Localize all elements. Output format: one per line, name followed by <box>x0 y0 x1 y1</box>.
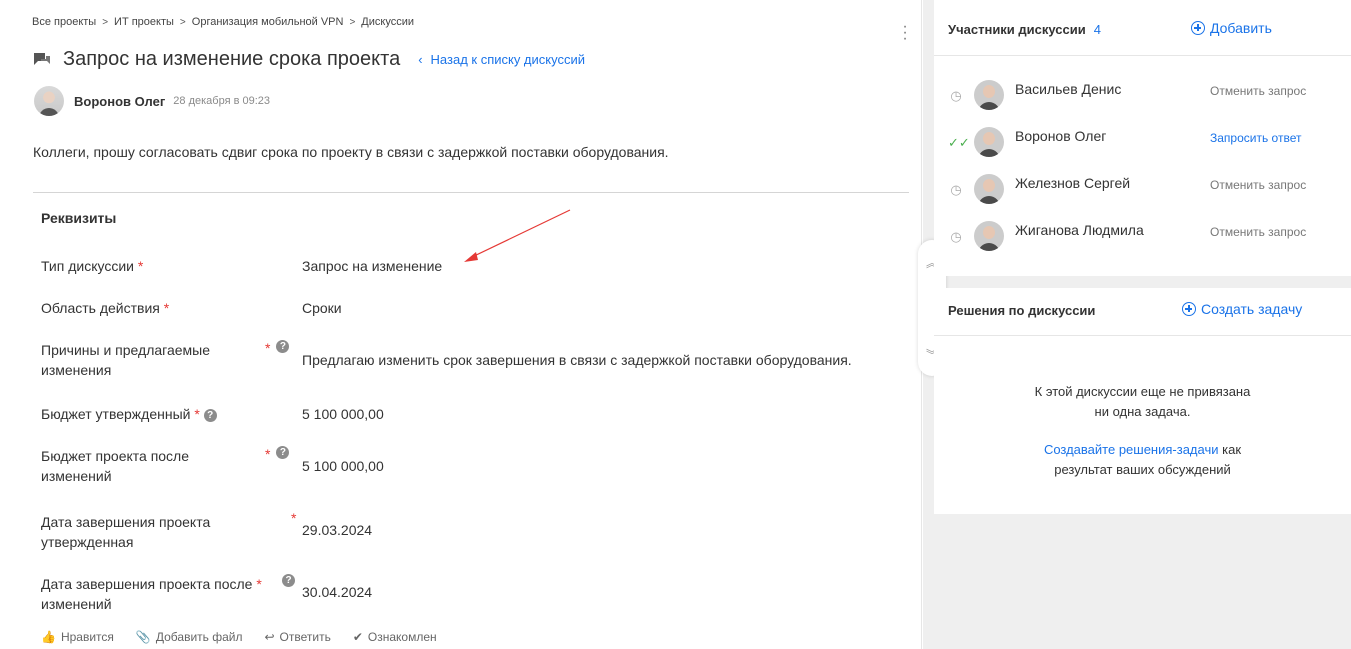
participants-header: Участники дискуссии 4 Добавить <box>934 0 1351 56</box>
thumbs-up-icon: 👍 <box>41 630 56 644</box>
field-value-budget-approved: 5 100 000,00 <box>302 406 384 422</box>
breadcrumb-item-all-projects[interactable]: Все проекты <box>32 16 96 28</box>
participant-name[interactable]: Железнов Сергей <box>1015 175 1130 191</box>
create-task-button[interactable]: Создать задачу <box>1182 301 1302 317</box>
request-answer-button[interactable]: Запросить ответ <box>1210 131 1301 145</box>
participant-name[interactable]: Воронов Олег <box>1015 128 1106 144</box>
author-row: Воронов Олег 28 декабря в 09:23 <box>34 86 270 116</box>
discussion-icon <box>34 52 50 65</box>
field-label-end-date-after: Дата завершения проекта после * изменений <box>41 576 262 612</box>
participants-title: Участники дискуссии 4 <box>948 22 1101 37</box>
field-value-discussion-type: Запрос на изменение <box>302 258 443 274</box>
avatar[interactable] <box>974 221 1004 251</box>
breadcrumb-item-it-projects[interactable]: ИТ проекты <box>114 16 174 28</box>
decisions-panel: Решения по дискуссии Создать задачу К эт… <box>934 288 1351 514</box>
participant-row: ◷ Жиганова Людмила Отменить запрос <box>948 221 1348 253</box>
participant-row: ◷ Васильев Денис Отменить запрос <box>948 80 1348 112</box>
field-markers: *? <box>265 340 290 356</box>
breadcrumb-item-project[interactable]: Организация мобильной VPN <box>192 16 344 28</box>
breadcrumb-sep-icon: > <box>349 16 356 28</box>
breadcrumb: Все проекты > ИТ проекты > Организация м… <box>32 16 414 28</box>
field-markers: ? <box>282 574 295 587</box>
page-title: Запрос на изменение срока проекта <box>63 48 401 70</box>
field-label-budget-approved: Бюджет утвержденный * ? <box>41 404 263 424</box>
field-label-reasons: Причины и предлагаемые изменения <box>41 342 210 378</box>
field-value-end-date-approved: 29.03.2024 <box>302 522 373 538</box>
props-title: Реквизиты <box>41 210 117 226</box>
cancel-request-button[interactable]: Отменить запрос <box>1210 225 1306 239</box>
participant-name[interactable]: Васильев Денис <box>1015 81 1121 97</box>
required-mark: * <box>256 576 262 592</box>
required-mark: * <box>265 446 271 462</box>
participant-row: ◷ Железнов Сергей Отменить запрос <box>948 174 1348 206</box>
attach-file-button[interactable]: 📎 Добавить файл <box>136 630 243 644</box>
field-value-scope: Сроки <box>302 300 342 316</box>
decisions-title: Решения по дискуссии <box>948 303 1096 318</box>
help-icon[interactable]: ? <box>203 409 217 422</box>
avatar[interactable] <box>34 86 64 116</box>
avatar[interactable] <box>974 80 1004 110</box>
help-icon[interactable]: ? <box>276 340 290 353</box>
add-participant-button[interactable]: Добавить <box>1191 20 1272 36</box>
field-label-end-date-approved: Дата завершения проекта утвержденная <box>41 514 211 550</box>
help-icon[interactable]: ? <box>276 446 290 459</box>
clock-icon: ◷ <box>950 229 962 244</box>
create-decisions-link[interactable]: Создавайте решения-задачи <box>1044 442 1219 457</box>
reply-icon: ↩ <box>264 630 275 644</box>
empty-decisions-text: К этой дискуссии еще не привязана ни одна… <box>1034 384 1251 419</box>
participants-panel: Участники дискуссии 4 Добавить ◷ Васильев… <box>934 0 1351 276</box>
required-mark: * <box>137 258 144 274</box>
check-icon: ✔ <box>352 630 363 644</box>
field-value-budget-after: 5 100 000,00 <box>302 458 384 474</box>
field-label-discussion-type: Тип дискуссии * <box>41 258 144 274</box>
field-label-budget-after: Бюджет проекта после изменений <box>41 448 190 484</box>
clock-icon: ◷ <box>950 88 962 103</box>
discussion-message: Коллеги, прошу согласовать сдвиг срока п… <box>33 144 669 160</box>
double-check-icon: ✓✓ <box>948 135 970 150</box>
discussion-main: Все проекты > ИТ проекты > Организация м… <box>0 0 922 649</box>
breadcrumb-item-discussions[interactable]: Дискуссии <box>361 16 414 28</box>
cancel-request-button[interactable]: Отменить запрос <box>1210 178 1306 192</box>
field-markers: *? <box>265 446 290 462</box>
participants-count: 4 <box>1093 22 1101 37</box>
breadcrumb-sep-icon: > <box>179 16 186 28</box>
decisions-header: Решения по дискуссии Создать задачу <box>934 288 1351 336</box>
participant-name[interactable]: Жиганова Людмила <box>1015 222 1144 238</box>
empty-decisions-hint: Создавайте решения-задачи как результат в… <box>1043 442 1242 477</box>
like-button[interactable]: 👍 Нравится <box>41 630 114 644</box>
reply-button[interactable]: ↩ Ответить <box>264 630 330 644</box>
plus-circle-icon <box>1191 21 1205 35</box>
back-to-discussions-link[interactable]: ‹ Назад к списку дискуссий <box>418 52 585 67</box>
annotation-arrow-icon <box>464 209 571 262</box>
avatar[interactable] <box>974 174 1004 204</box>
divider <box>33 192 909 193</box>
required-mark: * <box>194 406 200 422</box>
avatar[interactable] <box>974 127 1004 157</box>
plus-circle-icon <box>1182 302 1196 316</box>
post-date: 28 декабря в 09:23 <box>173 95 271 107</box>
field-label-scope: Область действия * <box>41 300 170 316</box>
help-icon[interactable]: ? <box>282 574 295 587</box>
cancel-request-button[interactable]: Отменить запрос <box>1210 84 1306 98</box>
required-mark: * <box>291 510 297 526</box>
required-mark: * <box>163 300 170 316</box>
required-mark: * <box>265 340 271 356</box>
title-row: Запрос на изменение срока проекта ‹ Наза… <box>33 48 585 71</box>
clock-icon: ◷ <box>950 182 962 197</box>
chevron-left-icon: ‹ <box>418 52 423 67</box>
back-link-label: Назад к списку дискуссий <box>430 52 585 67</box>
more-menu-icon[interactable]: · · · <box>900 19 910 47</box>
acknowledge-button[interactable]: ✔ Ознакомлен <box>353 630 437 644</box>
footer-actions: 👍 Нравится 📎 Добавить файл ↩ Ответить ✔ Озна… <box>41 630 437 644</box>
participant-row: ✓✓ Воронов Олег Запросить ответ <box>948 127 1348 159</box>
paperclip-icon: 📎 <box>135 630 151 644</box>
field-value-reasons: Предлагаю изменить срок завершения в свя… <box>302 352 852 368</box>
author-name[interactable]: Воронов Олег <box>74 94 165 109</box>
field-value-end-date-after: 30.04.2024 <box>302 584 373 600</box>
field-markers: * <box>291 510 296 526</box>
breadcrumb-sep-icon: > <box>102 16 109 28</box>
